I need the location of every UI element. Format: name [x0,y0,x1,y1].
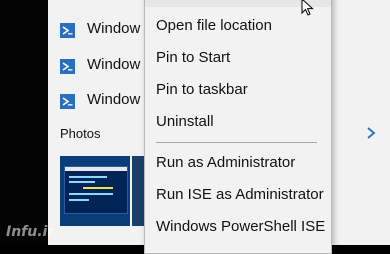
menu-item-label: Run ISE as Administrator [156,186,324,203]
context-menu: Open file location Pin to Start Pin to t… [144,0,332,254]
photo-thumbnail [64,166,128,214]
menu-item-run-ise-as-administrator[interactable]: Run ISE as Administrator [145,180,331,210]
photos-tile-secondary[interactable] [132,156,144,226]
start-menu-left-rail [0,0,48,245]
chevron-right-icon[interactable] [364,126,378,140]
powershell-icon [60,23,75,38]
menu-item-uninstall[interactable]: Uninstall [145,107,331,137]
app-item-powershell-1[interactable]: Window [48,17,144,43]
app-item-powershell-2[interactable]: Window [48,53,144,79]
menu-item-label: Open file location [156,17,272,34]
menu-item-pin-to-taskbar[interactable]: Pin to taskbar [145,75,331,105]
app-item-label: Window [87,20,141,37]
app-item-label: Window [87,91,141,108]
menu-item-label: Pin to taskbar [156,81,248,98]
powershell-icon [60,59,75,74]
menu-item-label: Windows PowerShell ISE [156,218,326,235]
watermark: Infu.ir [6,224,55,240]
app-item-powershell-3[interactable]: Window [48,88,144,114]
menu-separator [156,142,317,143]
section-title-photos: Photos [60,126,101,141]
menu-item-label: Pin to Start [156,49,231,66]
photos-tile[interactable] [60,156,130,226]
app-item-label: Window [87,56,141,73]
powershell-icon [60,94,75,109]
menu-item-run-as-administrator[interactable]: Run as Administrator [145,148,331,178]
menu-item-pin-to-start[interactable]: Pin to Start [145,43,331,73]
mouse-cursor-icon [301,0,314,16]
menu-item-label: Uninstall [156,113,214,130]
menu-item-label: Run as Administrator [156,154,296,171]
menu-item-windows-powershell-ise[interactable]: Windows PowerShell ISE [145,212,331,242]
